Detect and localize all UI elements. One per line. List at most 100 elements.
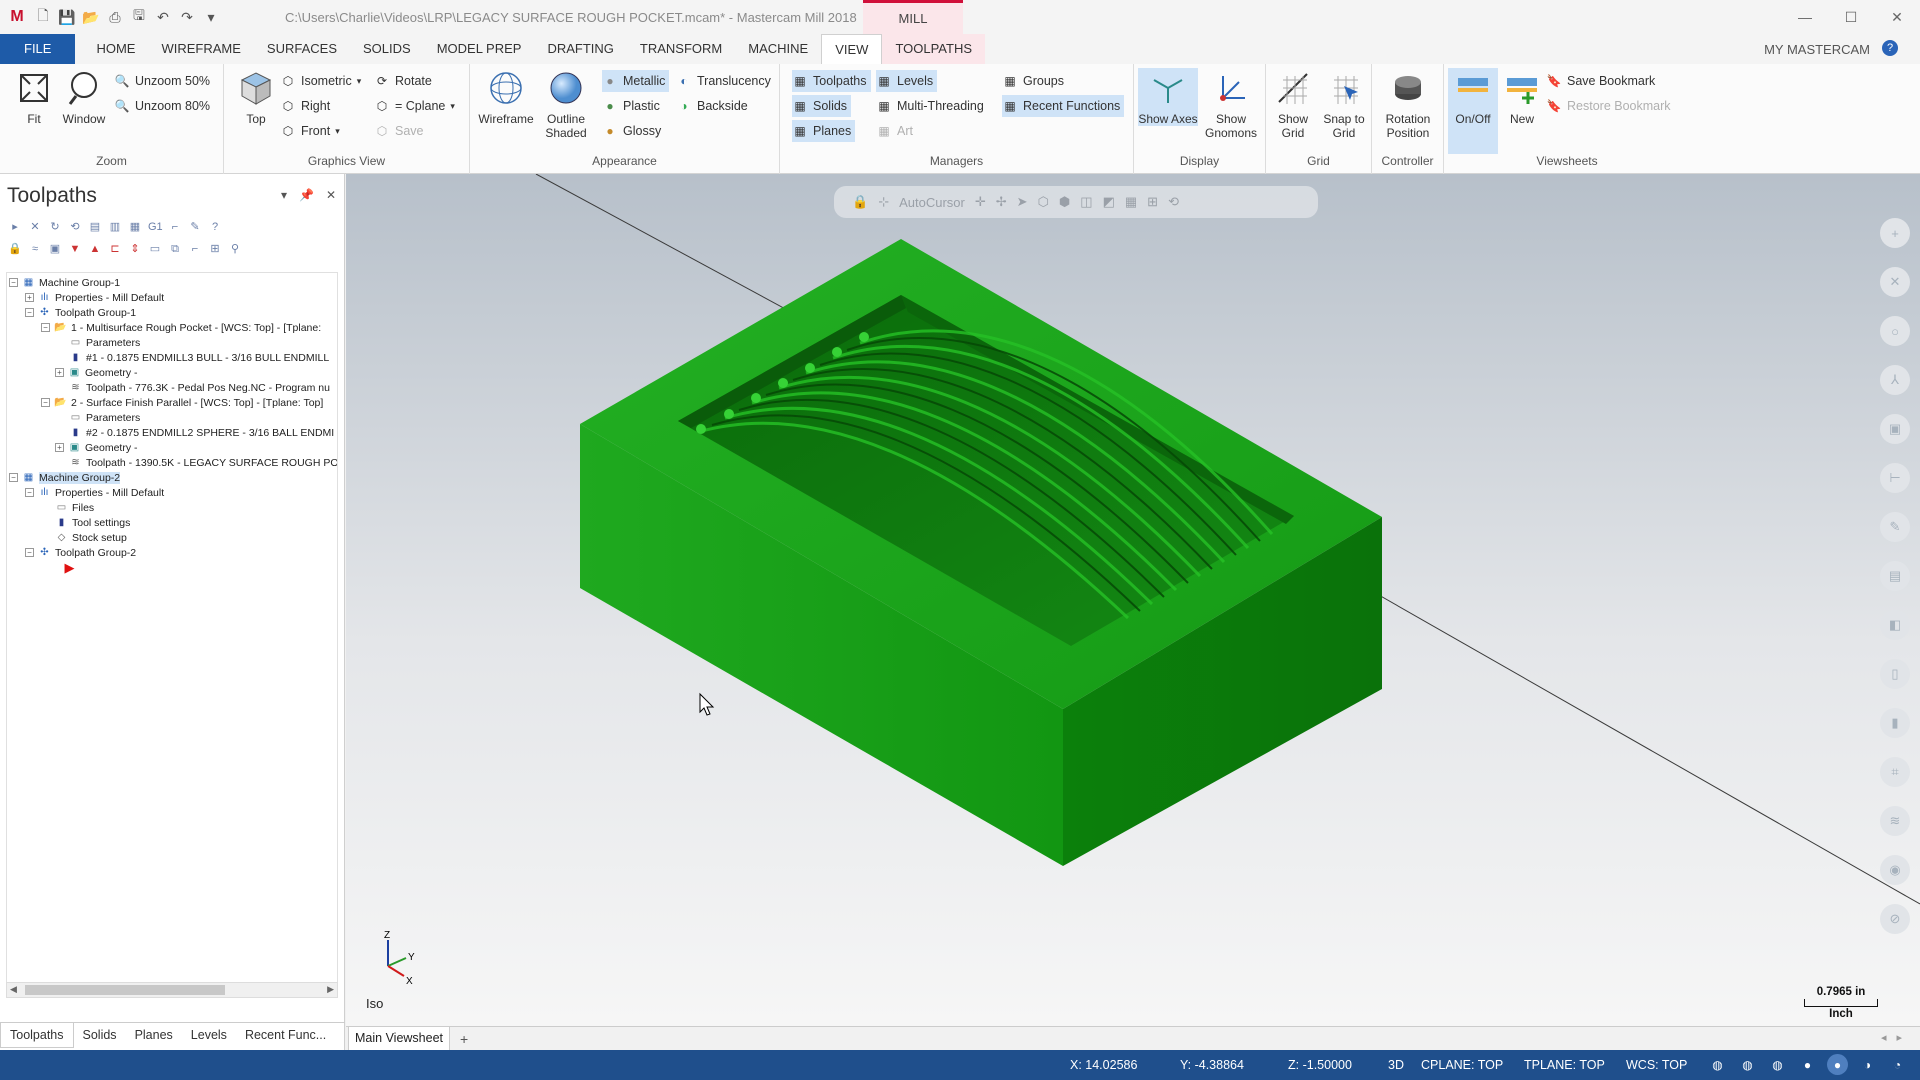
post-icon[interactable]: G1: [148, 220, 163, 234]
tree-node-geometry-2[interactable]: + ▣ Geometry -: [55, 440, 138, 455]
tree-node-op-1[interactable]: − 📂 1 - Multisurface Rough Pocket - [WCS: …: [41, 320, 321, 335]
panel-tab-planes[interactable]: Planes: [126, 1023, 182, 1048]
hide-paths-icon[interactable]: ≈: [28, 242, 42, 256]
window-zoom-button[interactable]: Window: [56, 68, 112, 126]
panel-tab-levels[interactable]: Levels: [182, 1023, 236, 1048]
display-selected-icon[interactable]: ⧉: [168, 242, 182, 256]
dimension-icon[interactable]: ⌗: [1880, 757, 1910, 787]
collapse-icon[interactable]: −: [41, 398, 50, 407]
regen-icon[interactable]: ↻: [48, 220, 62, 234]
outline-shaded-button[interactable]: Outline Shaded: [536, 68, 596, 140]
single-display-icon[interactable]: ▭: [148, 242, 162, 256]
deselect-icon[interactable]: ✕: [28, 220, 42, 234]
translucency-toggle-icon[interactable]: ◑: [1857, 1054, 1878, 1075]
viewsheets-on-off-button[interactable]: On/Off: [1448, 68, 1498, 154]
tree-node-properties-1[interactable]: + ılı Properties - Mill Default: [25, 290, 164, 305]
panel-close-icon[interactable]: ✕: [326, 188, 336, 202]
viewsheet-nav-arrows[interactable]: ◂▸: [1881, 1031, 1912, 1044]
cplane-button[interactable]: ⬡ = Cplane ▾: [374, 95, 459, 117]
panel-menu-icon[interactable]: ▾: [281, 188, 287, 202]
tool-display-icon[interactable]: ▮: [1880, 708, 1910, 738]
orbit-icon[interactable]: ○: [1880, 316, 1910, 346]
post-toggle-icon[interactable]: ▣: [48, 242, 62, 256]
lock-icon[interactable]: 🔒: [852, 194, 868, 210]
add-viewsheet-icon[interactable]: +: [460, 1031, 468, 1047]
measure-icon[interactable]: ▣: [1880, 414, 1910, 444]
hidden-lines-icon[interactable]: ◍: [1767, 1054, 1788, 1075]
help-icon[interactable]: ?: [1882, 40, 1898, 56]
clear-select-icon[interactable]: ⟲: [1168, 194, 1179, 210]
tree-node-machine-group-1[interactable]: − ▦ Machine Group-1: [9, 275, 120, 290]
panel-tab-toolpaths[interactable]: Toolpaths: [0, 1023, 74, 1048]
transparency-icon[interactable]: ◔: [1887, 1054, 1908, 1075]
collapse-icon[interactable]: −: [41, 323, 50, 332]
levels-manager-button[interactable]: ▦ Levels: [876, 70, 938, 92]
tree-node-tool-settings[interactable]: ▮ Tool settings: [55, 515, 131, 530]
recent-functions-manager-button[interactable]: ▦ Recent Functions: [1002, 95, 1125, 117]
analyze-icon[interactable]: ✎: [1880, 512, 1910, 542]
tree-horizontal-scrollbar[interactable]: ◀ ▶: [6, 982, 338, 998]
restore-bookmark-button[interactable]: 🔖 Restore Bookmark: [1546, 95, 1675, 117]
save-icon[interactable]: 💾: [58, 8, 76, 26]
rotate-button[interactable]: ⟳ Rotate: [374, 70, 436, 92]
panel-tab-recent-functions[interactable]: Recent Func...: [236, 1023, 335, 1048]
expand-icon[interactable]: +: [55, 368, 64, 377]
tree-node-op-2[interactable]: − 📂 2 - Surface Finish Parallel - [WCS: To…: [41, 395, 323, 410]
autocursor-icon[interactable]: ⊹: [878, 194, 889, 210]
color-icon[interactable]: ◉: [1880, 855, 1910, 885]
tree-node-files[interactable]: ▭ Files: [55, 500, 94, 515]
isometric-button[interactable]: ⬡ Isometric ▾: [280, 70, 365, 92]
move-down-icon[interactable]: ▼: [68, 242, 82, 256]
tab-view[interactable]: VIEW: [821, 34, 883, 64]
glossy-button[interactable]: ● Glossy: [602, 120, 665, 142]
backside-button[interactable]: ◑ Backside: [676, 95, 752, 117]
collapse-icon[interactable]: −: [25, 548, 34, 557]
tree-node-toolpath-group-1[interactable]: − ✣ Toolpath Group-1: [25, 305, 136, 320]
simulate-icon[interactable]: ▦: [128, 220, 142, 234]
shaded-outline-icon[interactable]: ●: [1827, 1054, 1848, 1075]
tree-node-parameters-2[interactable]: ▭ Parameters: [69, 410, 141, 425]
tree-node-tool-1[interactable]: ▮ #1 - 0.1875 ENDMILL3 BULL - 3/16 BULL E…: [69, 350, 329, 365]
insert-arrow-icon[interactable]: ⊏: [108, 242, 122, 256]
move-up-icon[interactable]: ▲: [88, 242, 102, 256]
fast-point-icon[interactable]: ✢: [996, 194, 1007, 210]
fit-view-icon[interactable]: ✕: [1880, 267, 1910, 297]
display-parent-icon[interactable]: ⌐: [188, 242, 202, 256]
select-icon[interactable]: ➤: [1017, 194, 1028, 210]
undo-icon[interactable]: ↶: [154, 8, 172, 26]
unzoom-80-button[interactable]: 🔍 Unzoom 80%: [114, 95, 214, 117]
expand-icon[interactable]: +: [25, 293, 34, 302]
body-select-icon[interactable]: ◩: [1103, 194, 1115, 210]
solids-manager-button[interactable]: ▦ Solids: [792, 95, 852, 117]
tree-node-geometry-1[interactable]: + ▣ Geometry -: [55, 365, 138, 380]
filter-icon[interactable]: ⚲: [228, 242, 242, 256]
tree-node-properties-2[interactable]: − ılı Properties - Mill Default: [25, 485, 164, 500]
regen-dirty-icon[interactable]: ⟲: [68, 220, 82, 234]
tab-surfaces[interactable]: SURFACES: [254, 34, 350, 64]
multi-threading-manager-button[interactable]: ▦ Multi-Threading: [876, 95, 988, 117]
tree-node-machine-group-2[interactable]: − ▦ Machine Group-2: [9, 470, 121, 485]
face-select-icon[interactable]: ◫: [1080, 194, 1092, 210]
select-all-icon[interactable]: ▸: [8, 220, 22, 234]
scroll-left-icon[interactable]: ◀: [10, 984, 17, 995]
collapse-icon[interactable]: −: [25, 488, 34, 497]
tab-home[interactable]: HOME: [83, 34, 148, 64]
show-axes-button[interactable]: Show Axes: [1138, 68, 1198, 126]
right-view-button[interactable]: ⬡ Right: [280, 95, 334, 117]
open-folder-icon[interactable]: 📂: [82, 8, 100, 26]
scroll-right-icon[interactable]: ▶: [327, 984, 334, 995]
wireframe-button[interactable]: Wireframe: [476, 68, 536, 126]
gnomon-icon[interactable]: ⅄: [1880, 365, 1910, 395]
expand-icon[interactable]: +: [55, 443, 64, 452]
my-mastercam-link[interactable]: MY MASTERCAM: [1764, 42, 1870, 57]
tab-toolpaths[interactable]: TOOLPATHS: [882, 34, 986, 64]
tree-node-tool-2[interactable]: ▮ #2 - 0.1875 ENDMILL2 SPHERE - 3/16 BALL…: [69, 425, 335, 440]
graphics-viewport[interactable]: 🔒 ⊹ AutoCursor ✛ ✢ ➤ ⬡ ⬢ ◫ ◩ ▦ ⊞ ⟲ + ✕ ○…: [346, 174, 1920, 1026]
point-icon[interactable]: ✛: [975, 194, 986, 210]
tab-machine[interactable]: MACHINE: [735, 34, 821, 64]
mastercam-logo-icon[interactable]: M: [6, 6, 28, 28]
snap-to-grid-button[interactable]: Snap to Grid: [1318, 68, 1370, 140]
plastic-button[interactable]: ● Plastic: [602, 95, 664, 117]
wireframe-select-icon[interactable]: ⬡: [1038, 194, 1049, 210]
page-icon[interactable]: ▯: [1880, 659, 1910, 689]
